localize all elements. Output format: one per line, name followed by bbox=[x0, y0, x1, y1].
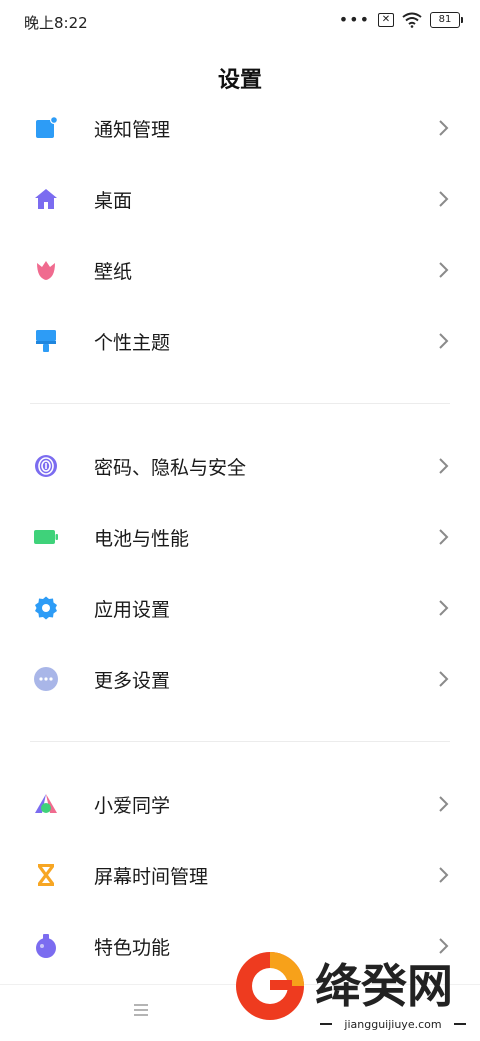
battery-icon bbox=[34, 530, 58, 544]
settings-item-label: 密码、隐私与安全 bbox=[94, 457, 247, 479]
watermark-url: jiangguijiuye.com bbox=[343, 1018, 441, 1031]
hourglass-icon bbox=[38, 864, 54, 886]
watermark-name: 绛癸网 bbox=[315, 959, 453, 1013]
settings-item-desktop[interactable]: 桌面 bbox=[0, 169, 480, 229]
settings-item-label: 特色功能 bbox=[94, 937, 171, 959]
settings-item-privacy-security[interactable]: 密码、隐私与安全 bbox=[0, 436, 480, 496]
group-divider bbox=[30, 741, 450, 742]
tulip-icon bbox=[37, 261, 55, 280]
settings-item-wallpaper[interactable]: 壁纸 bbox=[0, 240, 480, 300]
chevron-right-icon bbox=[439, 529, 449, 545]
chevron-right-icon bbox=[439, 120, 449, 136]
settings-item-battery-performance[interactable]: 电池与性能 bbox=[0, 507, 480, 567]
chevron-right-icon bbox=[439, 600, 449, 616]
status-bar: 晚上8:22 ••• ✕ 81 bbox=[0, 0, 480, 44]
settings-item-label: 更多设置 bbox=[94, 670, 171, 692]
settings-item-label: 电池与性能 bbox=[94, 528, 190, 550]
home-icon bbox=[35, 189, 57, 209]
gear-icon bbox=[35, 596, 57, 620]
watermark-logo: 绛癸网 jiangguijiuye.com bbox=[236, 952, 466, 1031]
settings-item-label: 小爱同学 bbox=[94, 795, 171, 817]
menu-icon[interactable] bbox=[132, 1001, 150, 1019]
settings-item-label: 壁纸 bbox=[94, 261, 133, 283]
status-icons: ••• ✕ 81 bbox=[338, 10, 463, 29]
settings-item-screen-time[interactable]: 屏幕时间管理 bbox=[0, 845, 480, 905]
chevron-right-icon bbox=[439, 458, 449, 474]
fingerprint-icon bbox=[35, 455, 57, 477]
chevron-right-icon bbox=[439, 262, 449, 278]
wifi-icon bbox=[402, 12, 422, 28]
settings-item-label: 屏幕时间管理 bbox=[94, 866, 209, 888]
settings-item-app-settings[interactable]: 应用设置 bbox=[0, 578, 480, 638]
settings-item-label: 通知管理 bbox=[94, 119, 171, 141]
settings-item-xiaoai[interactable]: 小爱同学 bbox=[0, 774, 480, 834]
battery-indicator: 81 bbox=[430, 12, 463, 28]
no-sim-icon: ✕ bbox=[378, 13, 394, 27]
brush-icon bbox=[36, 330, 56, 352]
settings-item-label: 桌面 bbox=[94, 190, 133, 212]
more-icon bbox=[34, 667, 58, 691]
chevron-right-icon bbox=[439, 867, 449, 883]
group-divider bbox=[30, 403, 450, 404]
settings-item-more-settings[interactable]: 更多设置 bbox=[0, 649, 480, 709]
more-notifications-icon: ••• bbox=[338, 10, 370, 29]
chevron-right-icon bbox=[439, 333, 449, 349]
page-title: 设置 bbox=[217, 68, 262, 93]
flask-icon bbox=[36, 934, 56, 958]
chevron-right-icon bbox=[439, 671, 449, 687]
chevron-right-icon bbox=[439, 796, 449, 812]
notification-icon bbox=[36, 116, 58, 138]
settings-item-notifications[interactable]: 通知管理 bbox=[0, 98, 480, 158]
xiaoai-icon bbox=[35, 794, 57, 813]
settings-item-label: 个性主题 bbox=[94, 332, 171, 354]
chevron-right-icon bbox=[439, 191, 449, 207]
settings-item-themes[interactable]: 个性主题 bbox=[0, 311, 480, 371]
status-time: 晚上8:22 bbox=[24, 14, 88, 32]
settings-item-label: 应用设置 bbox=[94, 599, 171, 621]
